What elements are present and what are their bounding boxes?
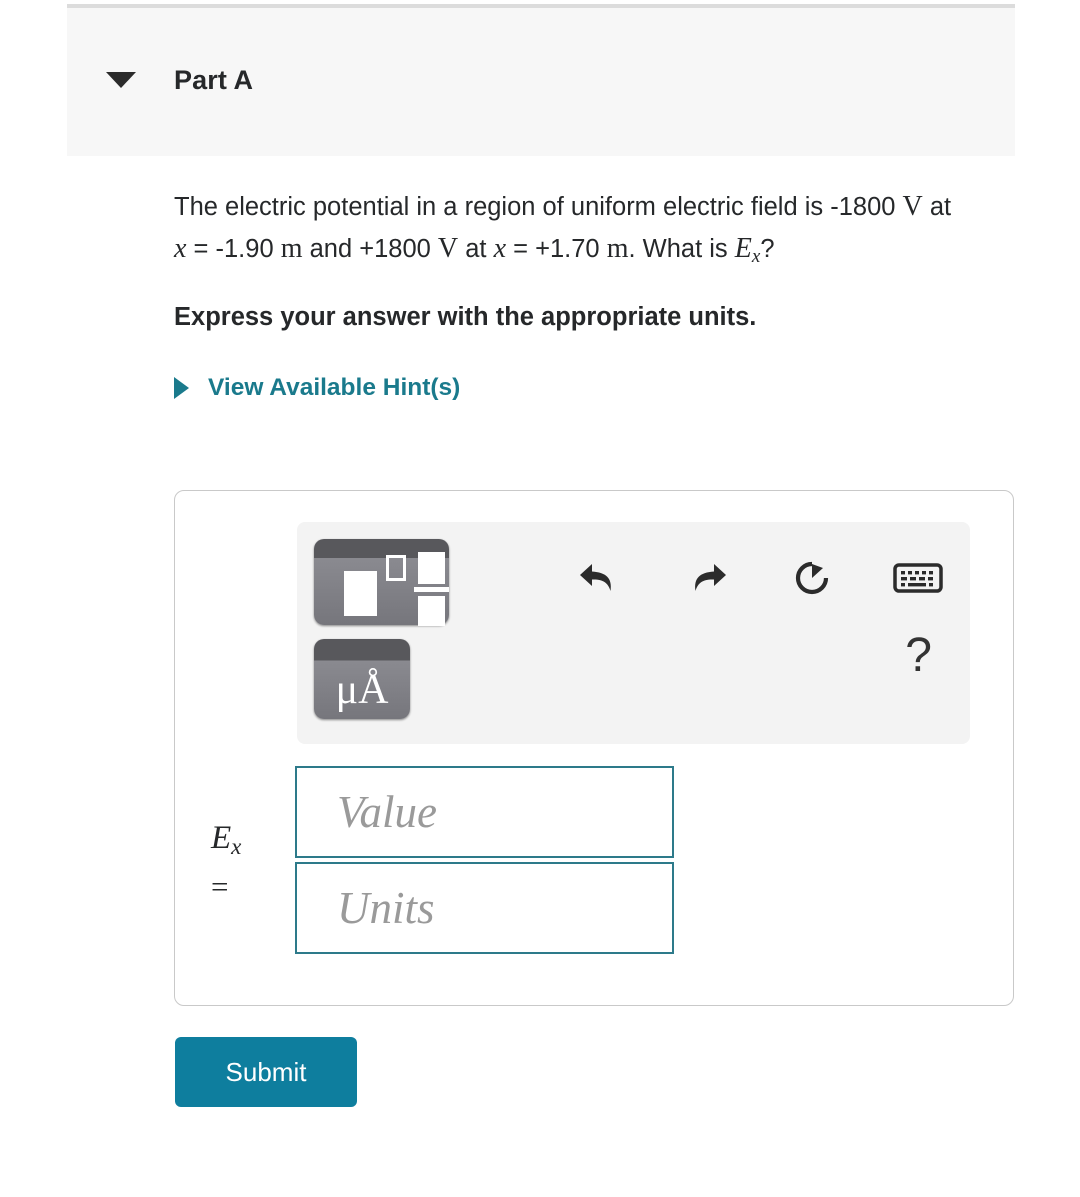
math-template-button[interactable] (314, 539, 449, 626)
question-text: The electric potential in a region of un… (174, 186, 964, 277)
answer-card: μÅ ? Ex = Value Units (174, 490, 1014, 1006)
part-header-toggle[interactable]: Part A (67, 56, 253, 104)
field-symbol: Ex (734, 233, 761, 267)
keyboard-icon[interactable] (892, 552, 944, 604)
template-fraction-bar-icon (414, 587, 449, 592)
variable-x: x (493, 233, 507, 264)
answer-equals-sign: = (211, 869, 229, 904)
redo-icon[interactable] (680, 552, 732, 604)
question-segment: ? (760, 235, 775, 263)
reset-icon[interactable] (786, 552, 838, 604)
submit-button[interactable]: Submit (175, 1037, 357, 1107)
template-base-box-icon (344, 571, 377, 616)
question-segment: = +1.70 (506, 235, 607, 263)
caret-right-icon[interactable] (174, 377, 189, 399)
question-body: The electric potential in a region of un… (174, 186, 1014, 402)
unit-volt: V (437, 233, 459, 264)
math-toolbar: μÅ ? (297, 522, 970, 744)
field-symbol-letter: E (734, 233, 752, 264)
answer-fields: Value Units (295, 766, 674, 954)
units-symbol-label: μÅ (335, 667, 389, 713)
question-segment: The electric potential in a region of un… (174, 193, 903, 221)
answer-variable-symbol: E (211, 820, 232, 856)
template-fraction-numerator-icon (418, 552, 445, 584)
answer-input-row: Ex = Value Units (175, 766, 1013, 954)
units-input-placeholder: Units (337, 883, 435, 933)
caret-down-icon[interactable] (106, 72, 136, 88)
view-hints-link[interactable]: View Available Hint(s) (174, 374, 460, 402)
view-hints-label: View Available Hint(s) (208, 374, 461, 401)
answer-variable-subscript: x (231, 834, 242, 859)
variable-x: x (174, 233, 187, 264)
part-title: Part A (174, 64, 254, 95)
help-button[interactable]: ? (905, 632, 932, 680)
undo-icon[interactable] (574, 552, 626, 604)
question-segment: at (922, 193, 952, 221)
template-superscript-box-icon (386, 555, 406, 581)
value-input-placeholder: Value (337, 787, 437, 837)
unit-volt: V (902, 191, 923, 222)
units-input[interactable]: Units (295, 862, 674, 954)
toolbar-icon-group (574, 552, 944, 604)
answer-instruction: Express your answer with the appropriate… (174, 303, 757, 331)
question-segment: and +1800 (302, 235, 438, 263)
units-symbol-button[interactable]: μÅ (314, 639, 410, 719)
template-fraction-denominator-icon (418, 596, 445, 626)
unit-meter: m (280, 233, 303, 264)
question-segment: at (458, 235, 494, 263)
part-header: Part A (67, 4, 1015, 156)
question-segment: . What is (628, 235, 735, 263)
question-segment: = -1.90 (186, 235, 281, 263)
value-input[interactable]: Value (295, 766, 674, 858)
unit-meter: m (606, 233, 629, 264)
answer-variable-label: Ex = (175, 766, 295, 905)
